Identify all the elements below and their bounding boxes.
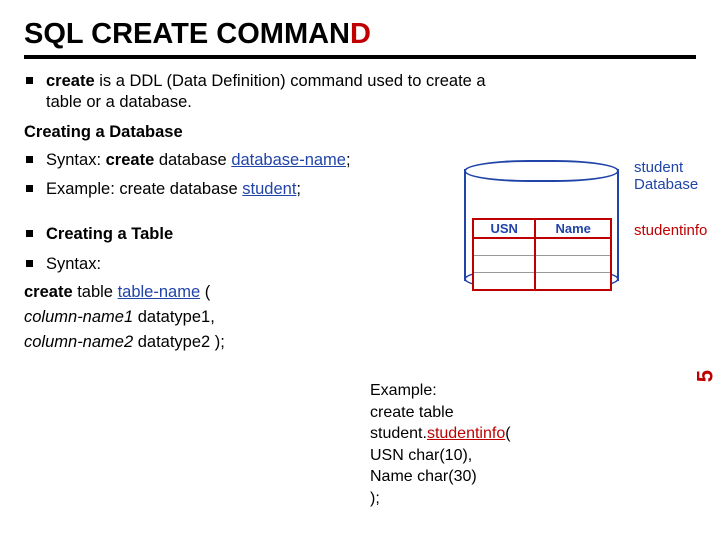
- subhead-create-db: Creating a Database: [24, 123, 696, 142]
- example-end: ;: [296, 180, 301, 198]
- ct-table-word: table: [73, 283, 118, 301]
- create-table-line3: column-name2 datatype2 );: [24, 333, 374, 352]
- db-cylinder: student Database studentinfo USN Name: [464, 160, 619, 290]
- table-diagram: USN Name: [472, 218, 612, 291]
- bullet-intro-text: is a DDL (Data Definition) command used …: [46, 72, 486, 111]
- db-label: student Database: [634, 160, 714, 193]
- example-value: student: [242, 180, 296, 198]
- ct-col1-rest: datatype1,: [133, 308, 215, 326]
- table-name-label: studentinfo: [634, 222, 707, 239]
- table-row: [473, 256, 611, 273]
- subhead-create-table: Creating a Table: [46, 225, 173, 243]
- db-name: student: [634, 160, 714, 177]
- title-main: SQL CREATE COMMAN: [24, 18, 350, 50]
- ex-l3: USN char(10),: [370, 445, 511, 467]
- table-row: [473, 273, 611, 291]
- bullet-intro: create is a DDL (Data Definition) comman…: [24, 71, 486, 113]
- ex-l2: student.studentinfo(: [370, 423, 511, 445]
- table-row: [473, 238, 611, 256]
- syntax-label: Syntax:: [46, 151, 106, 169]
- ex-head: Example:: [370, 380, 511, 402]
- example-label: Example: create database: [46, 180, 242, 198]
- ct-keyword: create: [24, 283, 73, 301]
- table-header-row: USN Name: [473, 219, 611, 238]
- page-number: 5: [692, 370, 718, 382]
- ct-tablename: table-name: [118, 283, 201, 301]
- db-word: Database: [634, 177, 714, 194]
- create-table-line2: column-name1 datatype1,: [24, 308, 374, 327]
- syntax-keyword: create: [106, 151, 155, 169]
- ex-l2-tablename: studentinfo: [427, 425, 505, 442]
- ex-l1: create table: [370, 402, 511, 424]
- create-table-line1: create table table-name (: [24, 283, 374, 302]
- ct-col2-rest: datatype2 );: [133, 333, 225, 351]
- ex-l4: Name char(30): [370, 466, 511, 488]
- table-col-name: Name: [535, 219, 611, 238]
- syntax-mid: database: [154, 151, 231, 169]
- ct-col1: column-name1: [24, 308, 133, 326]
- ct-paren: (: [200, 283, 210, 301]
- ct-col2: column-name2: [24, 333, 133, 351]
- ex-l2b: (: [505, 425, 510, 442]
- slide-title: SQL CREATE COMMAND: [24, 18, 696, 51]
- syntax-placeholder: database-name: [231, 151, 346, 169]
- table-col-usn: USN: [473, 219, 535, 238]
- db-diagram: student Database studentinfo USN Name: [464, 142, 694, 290]
- syntax-end: ;: [346, 151, 351, 169]
- bullet-intro-keyword: create: [46, 72, 95, 90]
- cylinder-top: [464, 160, 619, 182]
- title-accent: D: [350, 18, 371, 50]
- ex-l5: );: [370, 488, 511, 510]
- create-table-example: Example: create table student.studentinf…: [370, 380, 511, 510]
- title-rule: [24, 55, 696, 59]
- ex-l2a: student.: [370, 425, 427, 442]
